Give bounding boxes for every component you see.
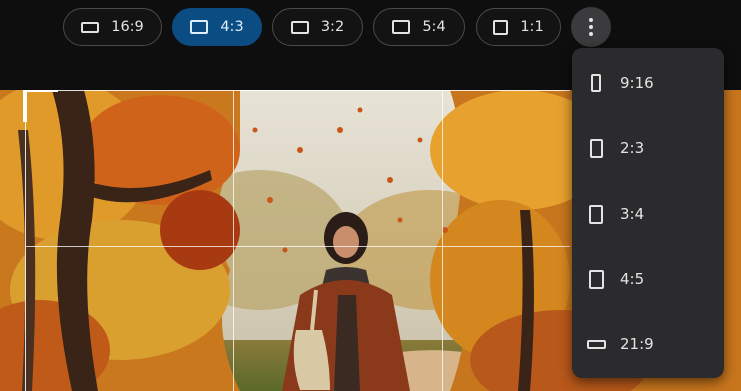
menu-item-3-4[interactable]: 3:4 [572, 194, 724, 234]
ratio-chip-3-2[interactable]: 3:2 [272, 8, 363, 46]
crop-corner-handle-vertical[interactable] [23, 88, 27, 122]
ratio-chip-5-4[interactable]: 5:4 [373, 8, 465, 46]
ratio-label: 1:1 [520, 19, 544, 35]
portrait-9-16-icon [591, 74, 601, 92]
menu-item-21-9[interactable]: 21:9 [572, 324, 724, 364]
portrait-4-5-icon [588, 269, 604, 289]
more-vert-icon-dot [589, 32, 593, 36]
portrait-2-3-icon [589, 138, 603, 158]
ratio-chip-4-3[interactable]: 4:3 [172, 8, 262, 46]
menu-item-label: 9:16 [620, 74, 654, 92]
menu-item-label: 4:5 [620, 270, 645, 288]
landscape-5-4-icon [392, 20, 411, 34]
ratio-label: 3:2 [320, 19, 345, 35]
ultrawide-21-9-icon [586, 339, 606, 349]
landscape-4-3-icon [190, 20, 209, 34]
menu-item-2-3[interactable]: 2:3 [572, 128, 724, 168]
crop-grid-line-h1 [25, 246, 570, 247]
landscape-3-2-icon [290, 20, 309, 34]
menu-item-label: 2:3 [620, 139, 645, 157]
landscape-16-9-icon [81, 21, 100, 33]
ratio-chip-16-9[interactable]: 16:9 [63, 8, 162, 46]
more-vert-icon [589, 18, 593, 22]
crop-grid-line-v2 [442, 90, 443, 391]
ratio-label: 16:9 [111, 19, 144, 35]
menu-item-9-16[interactable]: 9:16 [572, 63, 724, 103]
menu-item-label: 3:4 [620, 205, 645, 223]
portrait-3-4-icon [589, 204, 603, 224]
menu-item-label: 21:9 [620, 335, 654, 353]
menu-item-4-5[interactable]: 4:5 [572, 259, 724, 299]
square-icon [493, 19, 509, 35]
ratio-label: 4:3 [220, 19, 244, 35]
crop-frame[interactable] [25, 90, 570, 391]
crop-grid-line-v1 [233, 90, 234, 391]
more-vert-icon-dot [589, 25, 593, 29]
more-ratios-menu: 9:16 2:3 3:4 4:5 21:9 [572, 48, 724, 378]
ratio-label: 5:4 [422, 19, 446, 35]
more-options-button[interactable] [571, 7, 611, 47]
ratio-chip-1-1[interactable]: 1:1 [476, 8, 561, 46]
